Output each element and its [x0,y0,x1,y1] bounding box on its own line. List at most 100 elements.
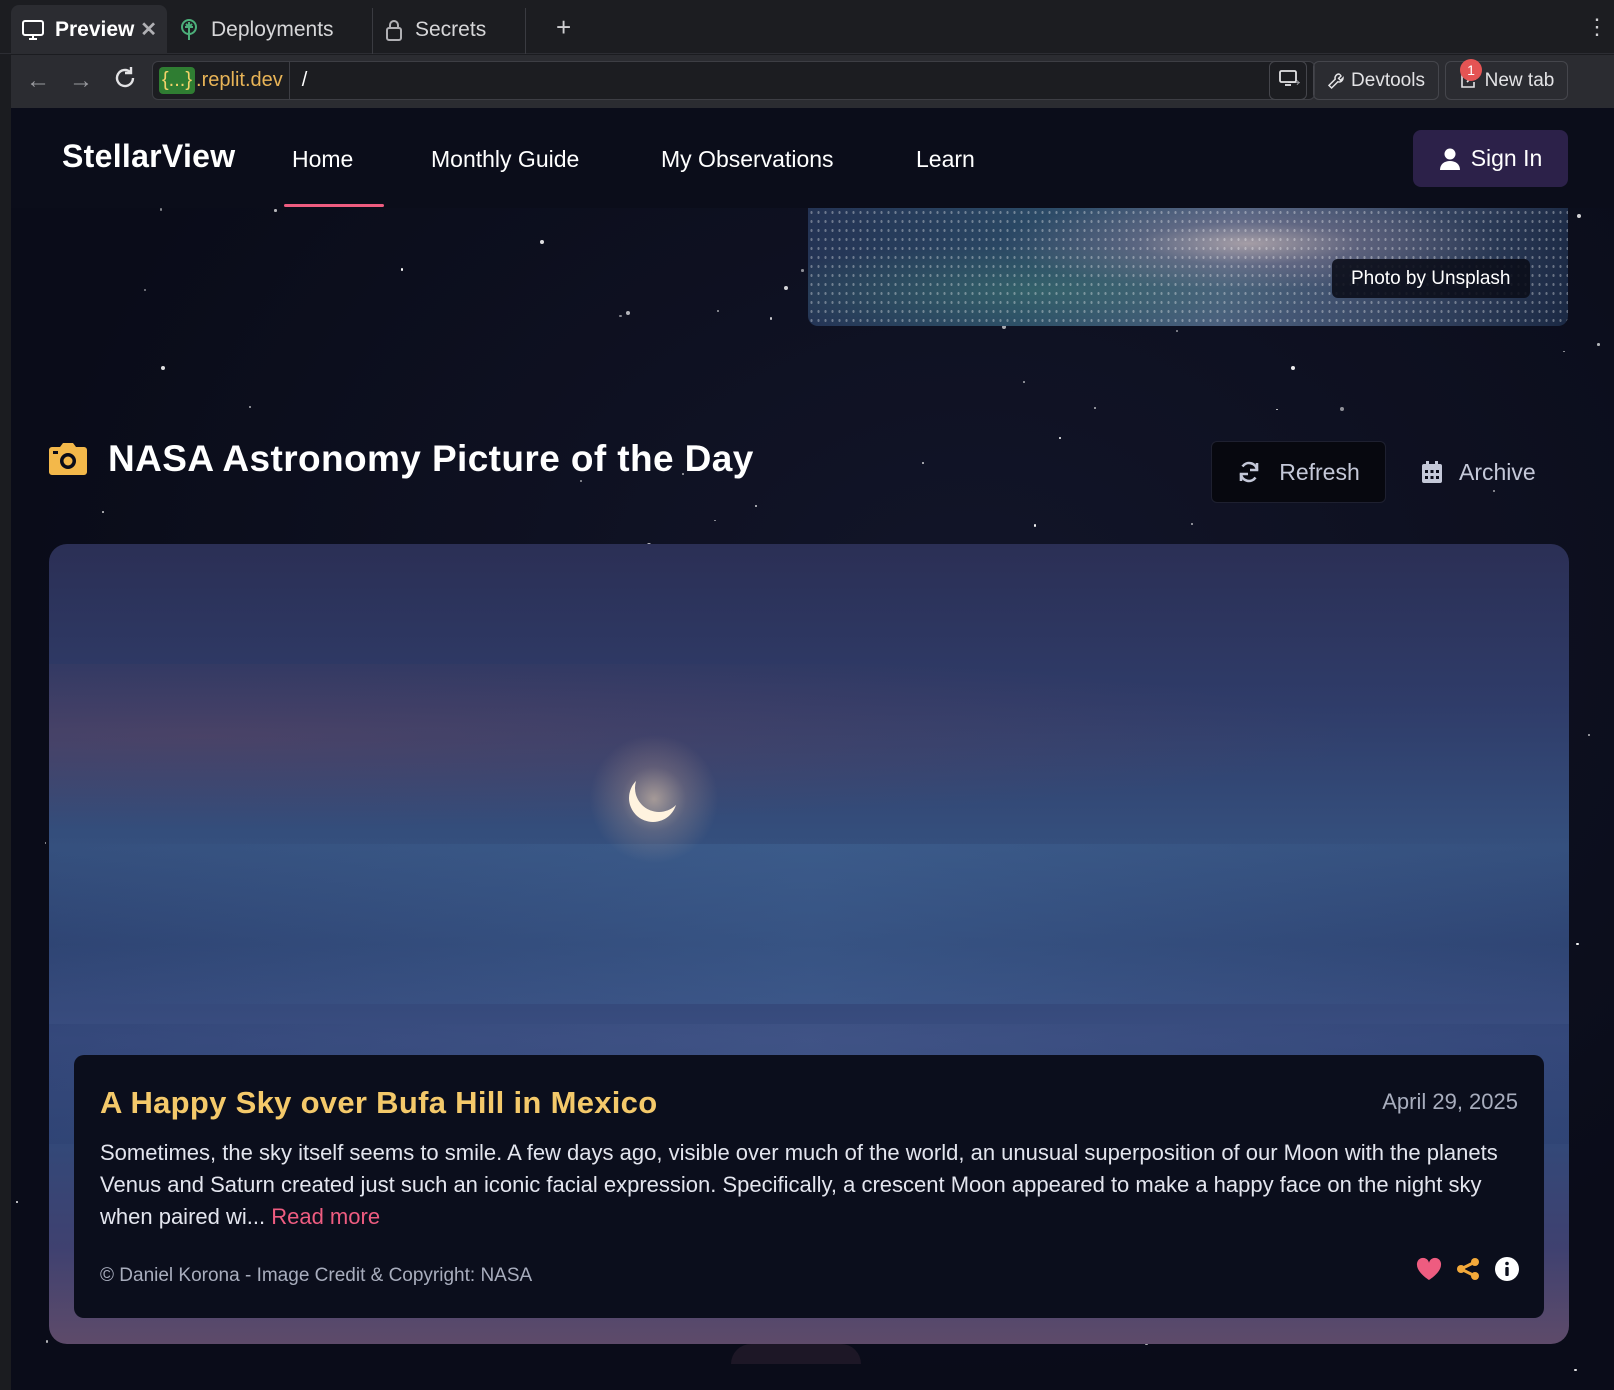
browser-tab-bar: Preview ✕ Deployments Secrets + ⋮ [0,0,1614,54]
refresh-label: Refresh [1279,458,1360,485]
read-more-link[interactable]: Read more [271,1204,380,1229]
user-icon [1439,147,1471,171]
site-header: StellarView Home Monthly Guide My Observ… [11,108,1614,208]
more-options-icon[interactable]: ⋮ [1586,14,1608,40]
star [625,310,630,315]
replit-badge: {...} [159,67,196,94]
screen: Preview ✕ Deployments Secrets + ⋮ ← → {.… [0,0,1614,1390]
devtools-error-badge: 1 [1460,59,1482,81]
star [1577,214,1582,219]
refresh-icon [1237,460,1279,484]
cloud-band [49,844,1569,1004]
tab-label: Deployments [211,17,334,41]
star [101,510,104,513]
brand-logo[interactable]: StellarView [62,138,235,175]
star [1058,437,1061,439]
star [1033,524,1037,527]
tab-label: Secrets [415,17,487,41]
tab-preview[interactable]: Preview ✕ [11,5,167,54]
star [783,286,788,291]
star [922,462,924,464]
star [754,504,758,508]
star [1023,380,1025,383]
wrench-icon [1327,72,1345,90]
photo-credit: Photo by Unsplash [1332,259,1530,298]
url-field[interactable]: {...} .replit.dev / → [152,61,1315,100]
tab-deployments[interactable]: Deployments [167,5,372,54]
star [274,209,277,212]
camera-icon [48,441,88,477]
reload-icon[interactable] [112,65,138,98]
apod-card: A Happy Sky over Bufa Hill in Mexico Apr… [49,544,1569,1344]
star [161,365,166,370]
url-host: {...} .replit.dev [153,62,290,99]
forward-arrow-icon[interactable]: → [69,67,93,95]
star [1587,733,1590,736]
star [15,1201,18,1203]
star [1290,366,1295,371]
sign-in-button[interactable]: Sign In [1413,130,1568,187]
star [713,519,716,522]
monitor-icon [1278,69,1298,93]
refresh-button[interactable]: Refresh [1211,441,1386,503]
back-arrow-icon[interactable]: ← [26,67,50,95]
nav-home[interactable]: Home [292,146,353,173]
nav-monthly-guide[interactable]: Monthly Guide [431,146,579,173]
milky-way-banner-image: Photo by Unsplash [808,208,1568,326]
new-tab-plus-icon[interactable]: + [556,12,571,43]
star [1276,408,1279,411]
apod-info-panel: A Happy Sky over Bufa Hill in Mexico Apr… [74,1055,1544,1318]
apod-date: April 29, 2025 [1382,1089,1518,1114]
tab-divider [525,8,526,54]
sky-haze [49,664,1569,844]
active-nav-indicator [284,204,384,207]
close-icon[interactable]: ✕ [140,17,157,42]
apod-actions [1402,1256,1520,1282]
section-header: NASA Astronomy Picture of the Day [48,438,754,480]
star [769,317,773,320]
archive-button[interactable]: Archive [1421,441,1536,503]
apod-credit: © Daniel Korona - Image Credit & Copyrig… [100,1265,533,1286]
lock-icon [383,18,405,42]
tab-label: Preview [55,17,135,41]
deployments-icon [177,18,201,42]
star [1094,406,1096,409]
apod-title[interactable]: A Happy Sky over Bufa Hill in Mexico [100,1085,657,1121]
star [1576,942,1579,946]
share-icon[interactable] [1456,1257,1480,1281]
star [44,841,47,844]
star [45,1340,49,1343]
crescent-moon-image [629,774,677,822]
apod-description: Sometimes, the sky itself seems to smile… [100,1137,1520,1233]
sign-in-label: Sign In [1470,145,1543,171]
star [716,309,720,313]
star [1339,407,1344,412]
address-bar: ← → {...} .replit.dev / → Devtools New t… [11,55,1614,108]
star [400,268,404,271]
star [580,479,582,482]
new-tab-label: New tab [1484,69,1555,91]
url-path[interactable]: / [302,69,308,92]
star [1597,343,1600,346]
star [801,269,804,272]
devtools-button[interactable]: Devtools [1313,61,1439,100]
archive-label: Archive [1459,458,1536,485]
star [1190,522,1194,526]
screen-toggle-button[interactable] [1269,61,1307,100]
star [1562,350,1565,353]
star [619,314,622,318]
app-viewport: StellarView Home Monthly Guide My Observ… [11,108,1614,1390]
nav-my-observations[interactable]: My Observations [661,146,834,173]
heart-icon[interactable] [1416,1257,1442,1281]
nav-learn[interactable]: Learn [916,146,975,173]
monitor-icon [21,19,45,41]
info-icon[interactable] [1494,1256,1520,1282]
devtools-label: Devtools [1351,69,1425,91]
url-host-text: .replit.dev [196,69,283,91]
star [159,208,163,211]
tab-secrets[interactable]: Secrets [373,5,525,54]
star [1574,1368,1577,1372]
section-title: NASA Astronomy Picture of the Day [108,438,754,479]
star [248,405,252,409]
calendar-icon [1421,460,1459,484]
